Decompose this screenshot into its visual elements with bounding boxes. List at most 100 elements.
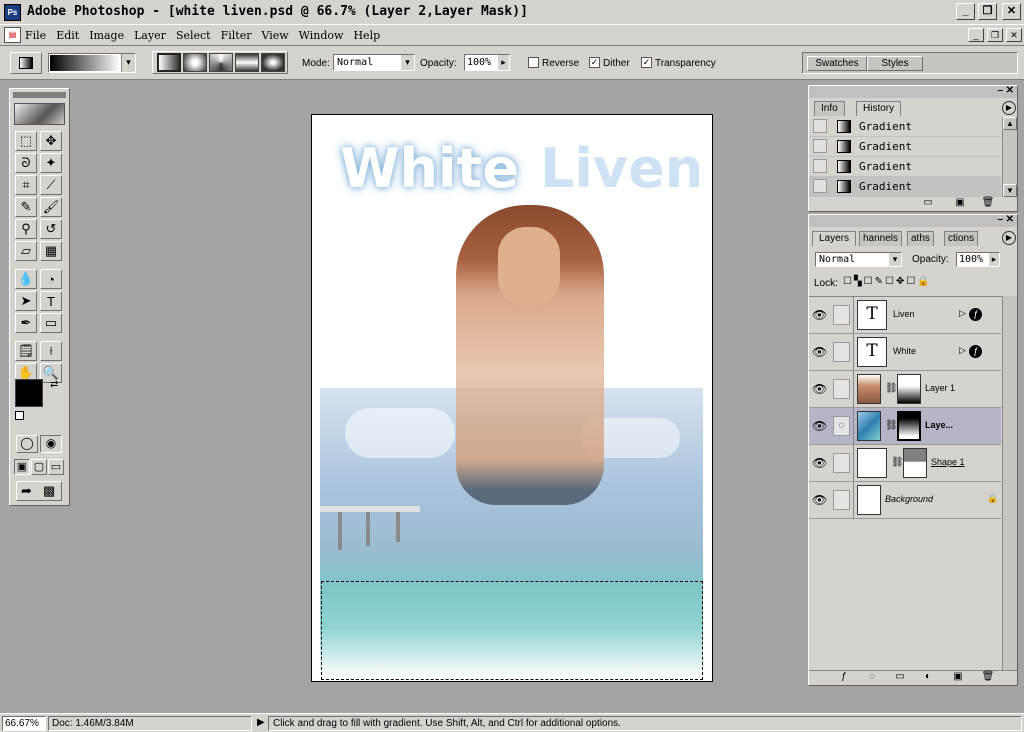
standard-mode-icon[interactable]: ◯	[16, 435, 38, 453]
layers-panel-titlebar[interactable]: – ✕	[809, 214, 1017, 227]
history-item[interactable]: Gradient	[809, 137, 1001, 157]
tab-layers[interactable]: Layers	[812, 231, 857, 246]
selection-marquee[interactable]	[321, 581, 703, 680]
new-adjustment-layer-icon[interactable]: ◐	[919, 671, 937, 685]
reflected-gradient-icon[interactable]	[235, 53, 259, 72]
lasso-icon[interactable]: ᘐ	[15, 153, 37, 173]
jump-to-imageready-button[interactable]: ➦ ▩	[16, 481, 62, 501]
chain-link-icon[interactable]: ⛓	[885, 383, 898, 394]
menu-edit[interactable]: Edit	[56, 29, 79, 42]
document-canvas[interactable]: White Liven	[311, 114, 713, 682]
photoshop-app-icon[interactable]: Ps	[4, 4, 21, 21]
layer-name[interactable]: Laye...	[925, 420, 953, 430]
dither-checkbox[interactable]: ✓	[589, 57, 600, 68]
document-size-info[interactable]: Doc: 1.46M/3.84M	[48, 716, 252, 731]
crop-icon[interactable]: ⌗	[15, 175, 37, 195]
gradient-icon[interactable]: ▦	[40, 241, 62, 261]
tool-preset-picker[interactable]	[10, 52, 42, 74]
menu-select[interactable]: Select	[176, 29, 211, 42]
layer-name[interactable]: Layer 1	[925, 383, 955, 393]
clone-stamp-icon[interactable]: ⚲	[15, 219, 37, 239]
tab-paths[interactable]: aths	[907, 231, 934, 246]
delete-state-icon[interactable]: 🗑	[979, 197, 997, 211]
tab-info[interactable]: Info	[814, 101, 845, 116]
toolbox-grip[interactable]	[13, 92, 66, 98]
layer-name[interactable]: Liven	[893, 309, 915, 319]
panel-menu-icon[interactable]: ▶	[1002, 101, 1016, 115]
layer-row[interactable]: 👁 T Liven ▷ ƒ	[809, 297, 1001, 334]
layer-name[interactable]: Background	[885, 494, 933, 504]
close-button[interactable]: ✕	[1002, 3, 1021, 20]
magic-wand-icon[interactable]: ✦	[40, 153, 62, 173]
layer-mask-thumbnail[interactable]	[897, 411, 921, 441]
layer-row[interactable]: 👁 T White ▷ ƒ	[809, 334, 1001, 371]
add-mask-icon[interactable]: ◌	[863, 671, 881, 685]
layer-link-box[interactable]	[833, 453, 850, 473]
layer-effects-icon[interactable]: ƒ	[969, 345, 982, 358]
history-brush-source-box[interactable]	[813, 179, 827, 193]
opacity-slider-arrow-icon[interactable]: ▸	[498, 55, 509, 70]
expand-effects-icon[interactable]: ▷	[959, 308, 966, 319]
history-brush-source-box[interactable]	[813, 119, 827, 133]
full-screen-menu-icon[interactable]: ▢	[31, 459, 47, 475]
add-layer-style-icon[interactable]: ƒ	[835, 671, 853, 685]
foreground-color-swatch[interactable]	[15, 379, 43, 407]
brush-icon[interactable]: 🖌	[40, 197, 62, 217]
move-icon[interactable]: ✥	[40, 131, 62, 151]
layer-row[interactable]: 👁 ⛓ Shape 1	[809, 445, 1001, 482]
history-brush-source-box[interactable]	[813, 139, 827, 153]
history-item[interactable]: Gradient	[809, 157, 1001, 177]
history-brush-source-box[interactable]	[813, 159, 827, 173]
blur-icon[interactable]: 💧	[15, 269, 37, 289]
menu-layer[interactable]: Layer	[134, 29, 166, 42]
mode-select[interactable]: Normal ▾	[333, 54, 415, 71]
eye-visibility-icon[interactable]: 👁	[812, 456, 827, 470]
new-snapshot-icon[interactable]: ▣	[951, 197, 969, 211]
eye-visibility-icon[interactable]: 👁	[812, 308, 827, 322]
background-layer-thumbnail[interactable]	[857, 485, 881, 515]
menu-window[interactable]: Window	[299, 29, 344, 42]
text-layer-thumbnail[interactable]: T	[857, 337, 887, 367]
angle-gradient-icon[interactable]	[209, 53, 233, 72]
lock-image-checkbox[interactable]: ☐	[864, 276, 873, 287]
adobe-online-eye-icon[interactable]	[14, 103, 65, 125]
notes-icon[interactable]: 🗒	[15, 341, 37, 361]
default-colors-icon[interactable]	[15, 411, 24, 420]
shape-layer-thumbnail[interactable]	[857, 448, 887, 478]
dodge-icon[interactable]: ◔	[40, 269, 62, 289]
healing-brush-icon[interactable]: ✎	[15, 197, 37, 217]
marquee-icon[interactable]: ⬚	[15, 131, 37, 151]
rectangle-icon[interactable]: ▭	[40, 313, 62, 333]
lock-position-checkbox[interactable]: ☐	[885, 276, 894, 287]
diamond-gradient-icon[interactable]	[261, 53, 285, 72]
pen-icon[interactable]: ✒	[15, 313, 37, 333]
layer-row[interactable]: 👁 Background 🔒	[809, 482, 1001, 519]
layer-link-box[interactable]	[833, 342, 850, 362]
panel-close-icon[interactable]: ✕	[1006, 85, 1014, 96]
quick-mask-mode-icon[interactable]: ◉	[40, 435, 62, 453]
type-icon[interactable]: T	[40, 291, 62, 311]
lock-all-checkbox[interactable]: ☐	[906, 276, 915, 287]
panel-minimize-icon[interactable]: –	[997, 85, 1003, 96]
menu-help[interactable]: Help	[353, 29, 380, 42]
new-layer-icon[interactable]: ▣	[949, 671, 967, 685]
tab-channels[interactable]: hannels	[859, 231, 903, 246]
restore-button[interactable]: ❐	[978, 3, 997, 20]
chain-link-icon[interactable]: ⛓	[891, 457, 904, 468]
document-icon[interactable]: ▤	[4, 27, 21, 43]
scroll-down-icon[interactable]: ▼	[1003, 184, 1017, 197]
text-layer-thumbnail[interactable]: T	[857, 300, 887, 330]
palette-well-tab-swatches[interactable]: Swatches	[807, 56, 867, 71]
eye-visibility-icon[interactable]: 👁	[812, 419, 827, 433]
tab-actions[interactable]: ctions	[944, 231, 979, 246]
reverse-checkbox[interactable]	[528, 57, 539, 68]
blend-mode-select[interactable]: Normal ▾	[815, 252, 902, 267]
panel-close-icon[interactable]: ✕	[1006, 214, 1014, 225]
menu-filter[interactable]: Filter	[221, 29, 252, 42]
layer-link-box[interactable]	[833, 379, 850, 399]
layer-link-box[interactable]: ◌	[833, 416, 850, 436]
slice-icon[interactable]: ⟋	[40, 175, 62, 195]
doc-restore-button[interactable]: ❐	[987, 28, 1003, 42]
standard-screen-icon[interactable]: ▣	[14, 459, 30, 475]
layers-scrollbar[interactable]	[1002, 296, 1017, 670]
